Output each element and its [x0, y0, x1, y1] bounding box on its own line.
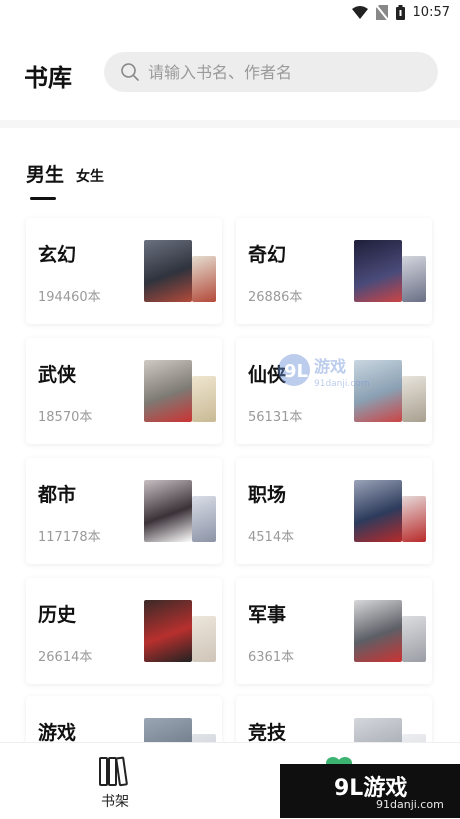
- book-cover: [354, 480, 402, 542]
- book-cover: [354, 240, 402, 302]
- gender-tabs: 男生 女生: [26, 160, 104, 200]
- category-name: 游戏: [38, 722, 77, 744]
- book-cover: [192, 376, 216, 422]
- category-name: 都市: [38, 484, 77, 506]
- search-input[interactable]: [146, 61, 430, 83]
- category-card-zhichang[interactable]: 职场 4514本: [236, 458, 432, 564]
- battery-icon: [395, 5, 405, 20]
- corner-watermark: 9L游戏 91danji.com: [280, 764, 460, 818]
- page-title: 书库: [24, 64, 72, 92]
- nav-bookshelf-label: 书架: [101, 794, 129, 810]
- book-cover: [354, 600, 402, 662]
- category-count: 6361本: [248, 650, 295, 665]
- tab-male[interactable]: 男生: [26, 160, 64, 200]
- book-cover: [144, 240, 192, 302]
- book-cover: [144, 600, 192, 662]
- category-card-wuxia[interactable]: 武侠 18570本: [26, 338, 222, 444]
- category-card-junshi[interactable]: 军事 6361本: [236, 578, 432, 684]
- watermark-url: 91danji.com: [376, 798, 444, 811]
- category-count: 194460本: [38, 290, 101, 305]
- category-count: 56131本: [248, 410, 303, 425]
- book-cover: [144, 360, 192, 422]
- category-count: 26614本: [38, 650, 93, 665]
- status-bar: 10:57: [0, 0, 460, 26]
- category-count: 18570本: [38, 410, 93, 425]
- no-sim-icon: [375, 5, 388, 20]
- book-cover: [402, 376, 426, 422]
- svg-text:9L: 9L: [284, 361, 308, 382]
- category-count: 117178本: [38, 530, 101, 545]
- svg-text:91danji.com: 91danji.com: [314, 379, 369, 389]
- category-card-qihuan[interactable]: 奇幻 26886本: [236, 218, 432, 324]
- category-name: 玄幻: [38, 244, 77, 266]
- book-cover: [402, 256, 426, 302]
- category-name: 奇幻: [248, 244, 287, 266]
- book-cover: [402, 496, 426, 542]
- category-name: 历史: [38, 604, 77, 626]
- category-count: 4514本: [248, 530, 295, 545]
- search-bar[interactable]: [104, 52, 438, 92]
- status-icons: 10:57: [351, 5, 450, 20]
- category-name: 竞技: [248, 722, 287, 744]
- category-name: 职场: [248, 484, 287, 506]
- svg-text:游戏: 游戏: [314, 357, 346, 376]
- book-cover: [192, 496, 216, 542]
- book-cover: [192, 616, 216, 662]
- tab-female[interactable]: 女生: [76, 166, 104, 187]
- clock: 10:57: [412, 5, 450, 20]
- book-cover: [144, 480, 192, 542]
- category-card-xuanhuan[interactable]: 玄幻 194460本: [26, 218, 222, 324]
- category-name: 军事: [248, 604, 287, 626]
- category-card-lishi[interactable]: 历史 26614本: [26, 578, 222, 684]
- book-cover: [192, 256, 216, 302]
- header: 书库: [0, 48, 460, 100]
- wifi-icon: [351, 5, 368, 19]
- header-divider: [0, 120, 460, 128]
- search-icon: [121, 63, 139, 81]
- watermark-logo: 9L 游戏 91danji.com: [278, 354, 369, 389]
- category-name: 武侠: [38, 364, 77, 386]
- category-card-dushi[interactable]: 都市 117178本: [26, 458, 222, 564]
- category-count: 26886本: [248, 290, 303, 305]
- nav-bookshelf[interactable]: 书架: [92, 755, 138, 811]
- bookshelf-icon: [99, 756, 128, 787]
- book-cover: [402, 616, 426, 662]
